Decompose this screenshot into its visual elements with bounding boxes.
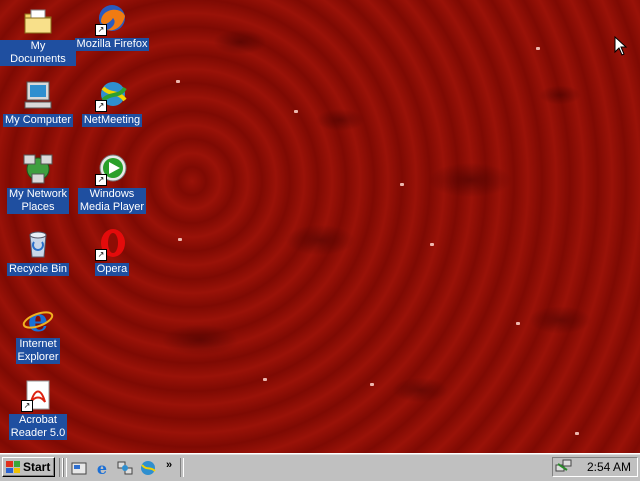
- acrobat-reader-icon: ↗: [21, 378, 55, 412]
- wallpaper-speck: [400, 183, 404, 186]
- netmeeting-icon: ↗: [95, 78, 129, 112]
- computer-icon: [21, 78, 55, 112]
- media-player-icon: ↗: [95, 152, 129, 186]
- start-button[interactable]: Start: [2, 457, 55, 477]
- firefox-icon: ↗: [95, 2, 129, 36]
- desktop-icon-mozilla-firefox[interactable]: ↗ Mozilla Firefox: [74, 2, 150, 51]
- windows-logo-icon: [6, 461, 20, 473]
- quick-launch-more-button[interactable]: »: [166, 459, 172, 471]
- opera-icon: ↗: [95, 227, 129, 261]
- taskbar-separator: [63, 458, 67, 477]
- icon-label: Mozilla Firefox: [74, 38, 150, 51]
- shortcut-arrow-icon: ↗: [95, 100, 107, 112]
- icon-label: My Computer: [2, 114, 74, 127]
- wallpaper-speck: [176, 80, 180, 83]
- network-places-icon: [21, 152, 55, 186]
- icon-label: Recycle Bin: [6, 263, 70, 276]
- start-label: Start: [23, 460, 51, 474]
- wallpaper-speck: [263, 378, 267, 381]
- desktop-icon-my-computer[interactable]: My Computer: [0, 78, 76, 127]
- icon-label: Acrobat Reader 5.0: [8, 414, 68, 440]
- icon-label: NetMeeting: [81, 114, 143, 127]
- desktop-icon-my-network-places[interactable]: My Network Places: [0, 152, 76, 214]
- wallpaper-speck: [178, 238, 182, 241]
- icon-label: Internet Explorer: [15, 338, 61, 364]
- recycle-bin-icon: [21, 227, 55, 261]
- network-connection-icon[interactable]: [555, 458, 573, 477]
- icon-label: Opera: [94, 263, 130, 276]
- taskbar: Start e » 2:54 AM: [0, 453, 640, 481]
- mouse-cursor-icon: [614, 36, 628, 56]
- icon-label: My Network Places: [6, 188, 70, 214]
- desktop-icon-netmeeting[interactable]: ↗ NetMeeting: [74, 78, 150, 127]
- icon-label: My Documents: [0, 40, 76, 66]
- netmeeting-icon[interactable]: [140, 460, 156, 476]
- shortcut-arrow-icon: ↗: [21, 400, 33, 412]
- folder-documents-icon: [21, 4, 55, 38]
- wallpaper-speck: [516, 322, 520, 325]
- svg-text:e: e: [97, 460, 107, 476]
- wallpaper-speck: [370, 383, 374, 386]
- wallpaper-speck: [294, 110, 298, 113]
- show-desktop-icon[interactable]: [71, 460, 87, 476]
- clock[interactable]: 2:54 AM: [587, 460, 631, 474]
- internet-explorer-icon: e: [21, 301, 55, 339]
- icon-label: Windows Media Player: [77, 188, 147, 214]
- desktop-icon-recycle-bin[interactable]: Recycle Bin: [0, 227, 76, 276]
- wallpaper-speck: [575, 432, 579, 435]
- internet-explorer-icon[interactable]: e: [94, 459, 110, 478]
- taskbar-separator: [180, 458, 184, 477]
- system-tray: 2:54 AM: [552, 457, 638, 477]
- shortcut-arrow-icon: ↗: [95, 24, 107, 36]
- desktop-icon-windows-media-player[interactable]: ↗ Windows Media Player: [74, 152, 150, 214]
- desktop-icon-my-documents[interactable]: My Documents: [0, 4, 76, 66]
- shortcut-arrow-icon: ↗: [95, 249, 107, 261]
- wallpaper-speck: [536, 47, 540, 50]
- wallpaper-speck: [430, 243, 434, 246]
- desktop-icon-internet-explorer[interactable]: e Internet Explorer: [0, 301, 76, 364]
- svg-text:e: e: [28, 302, 48, 336]
- desktop-icon-opera[interactable]: ↗ Opera: [74, 227, 150, 276]
- network-icon[interactable]: [117, 460, 133, 476]
- desktop-icon-acrobat-reader[interactable]: ↗ Acrobat Reader 5.0: [0, 378, 76, 440]
- desktop-background[interactable]: My Documents My Computer My Network Plac…: [0, 0, 640, 453]
- shortcut-arrow-icon: ↗: [95, 174, 107, 186]
